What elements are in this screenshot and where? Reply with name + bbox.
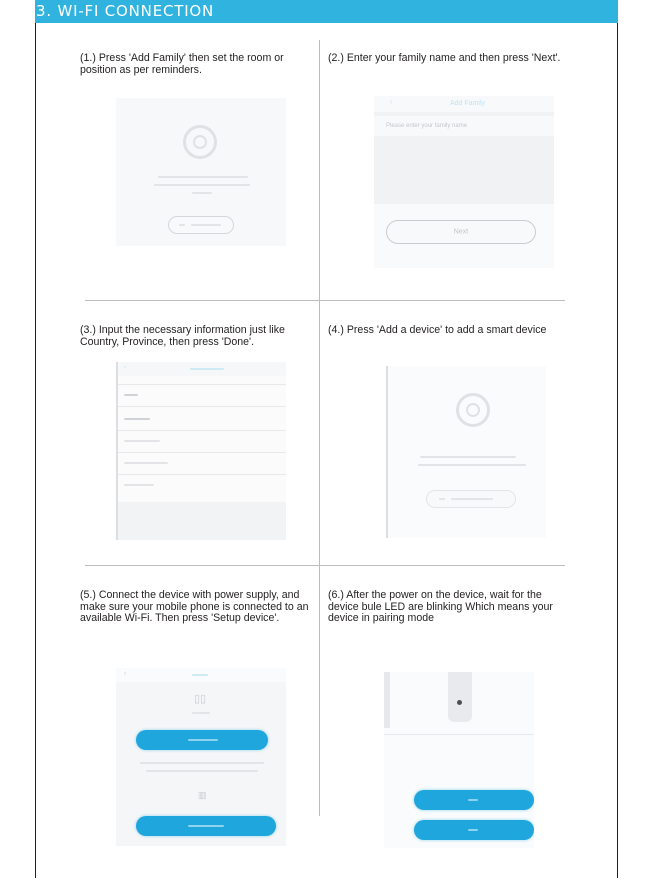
step-4-screenshot xyxy=(386,366,546,538)
form-divider xyxy=(118,474,286,475)
button-label-line xyxy=(468,829,478,831)
bottom-panel xyxy=(118,502,286,540)
back-icon[interactable]: ‹ xyxy=(124,364,126,371)
form-field-label xyxy=(124,440,160,442)
hint-line xyxy=(420,456,516,458)
button-label-line xyxy=(451,498,493,500)
row-divider-1 xyxy=(85,300,565,301)
hint-line xyxy=(418,464,526,466)
hint-line xyxy=(146,770,258,772)
form-divider xyxy=(118,430,286,431)
device-icon: ▥ xyxy=(198,790,207,800)
form-field-label xyxy=(124,462,168,464)
row-divider-2 xyxy=(85,565,565,566)
hint-line xyxy=(140,762,264,764)
step-3-caption: (3.) Input the necessary information jus… xyxy=(80,324,285,348)
button-label-line xyxy=(188,739,218,741)
form-divider xyxy=(118,406,286,407)
family-name-input[interactable]: Please enter your family name xyxy=(386,123,467,129)
step-4-caption: (4.) Press 'Add a device' to add a smart… xyxy=(328,324,547,336)
hint-line xyxy=(192,712,210,714)
next-step-button[interactable] xyxy=(414,820,534,840)
step-6-screenshot xyxy=(384,672,534,848)
section-title: 3. WI-FI CONNECTION xyxy=(36,2,215,20)
form-field-label xyxy=(124,394,138,396)
step-5-screenshot: ‹ ▯▯ ▥ xyxy=(116,668,286,846)
hint-line xyxy=(154,184,250,186)
step-2-screenshot: ‹ Add Family Please enter your family na… xyxy=(374,96,554,268)
separator xyxy=(384,734,534,735)
form-divider xyxy=(118,452,286,453)
step-1-screenshot xyxy=(116,98,286,246)
form-field-label xyxy=(124,484,154,486)
power-icon-inner xyxy=(193,135,207,149)
device-illustration xyxy=(448,672,472,722)
column-divider xyxy=(319,40,320,816)
next-button[interactable]: Next xyxy=(386,220,536,244)
page-border-right xyxy=(617,0,618,878)
button-label-line xyxy=(468,799,478,801)
step-3-screenshot: ‹ xyxy=(116,362,286,540)
plus-icon xyxy=(439,498,445,500)
step-6-caption: (6.) After the power on the device, wait… xyxy=(328,589,553,624)
form-divider xyxy=(118,384,286,385)
hint-line xyxy=(192,192,212,194)
back-icon[interactable]: ‹ xyxy=(124,670,126,677)
screen-title-line xyxy=(192,674,208,676)
wifi-device-icon: ▯▯ xyxy=(194,693,207,705)
back-icon[interactable]: ‹ xyxy=(390,99,392,106)
setup-device-button[interactable] xyxy=(136,730,268,750)
screen-title-line xyxy=(190,368,224,370)
power-icon-inner xyxy=(466,403,480,417)
button-label-line xyxy=(191,224,221,226)
step-5-caption: (5.) Connect the device with power suppl… xyxy=(80,589,309,624)
add-family-button[interactable] xyxy=(168,216,234,234)
button-label-line xyxy=(188,825,224,827)
confirm-blinking-button[interactable] xyxy=(414,790,534,810)
device-list-button[interactable] xyxy=(136,816,276,836)
screen-title: Add Family xyxy=(450,100,486,107)
step-2-caption: (2.) Enter your family name and then pre… xyxy=(328,52,561,64)
hint-line xyxy=(158,176,248,178)
page-border-left xyxy=(35,0,36,878)
add-device-button[interactable] xyxy=(426,490,516,508)
step-1-caption: (1.) Press 'Add Family' then set the roo… xyxy=(80,52,284,76)
form-field-label xyxy=(124,418,150,420)
led-indicator xyxy=(457,700,462,705)
device-frame xyxy=(384,672,390,728)
plus-icon xyxy=(179,224,185,226)
